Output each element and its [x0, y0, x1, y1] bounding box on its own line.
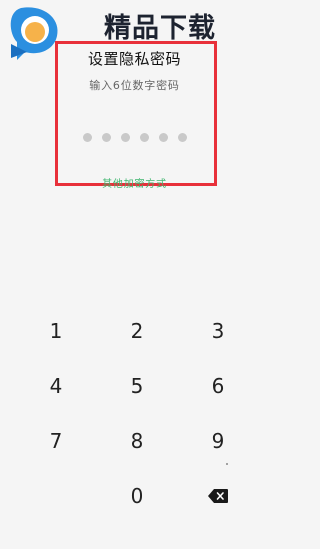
key-8[interactable]: 8 [97, 416, 177, 466]
key-6[interactable]: 6 [178, 361, 258, 411]
key-0[interactable]: 0 [97, 471, 177, 521]
key-2[interactable]: 2 [97, 306, 177, 356]
other-encryption-method-link[interactable]: 其他加密方式 [0, 175, 269, 190]
pin-dot-6 [177, 133, 187, 142]
pin-dot-1 [82, 133, 92, 142]
key-9[interactable]: 9 [178, 416, 258, 466]
pin-dot-5 [158, 133, 168, 142]
watermark-text: 精品下载 [104, 13, 216, 44]
pin-dot-4 [139, 133, 149, 142]
key-1[interactable]: 1 [16, 306, 96, 356]
pin-dots [0, 133, 269, 142]
page-title: 设置隐私密码 [87, 50, 181, 68]
backspace-icon [208, 489, 228, 503]
pin-dot-2 [101, 133, 111, 142]
key-3[interactable]: 3 [178, 306, 258, 356]
key-7[interactable]: 7 [16, 416, 96, 466]
decorative-dot [226, 463, 228, 465]
pin-dot-3 [120, 133, 130, 142]
backspace-button[interactable] [178, 471, 258, 521]
key-5[interactable]: 5 [97, 361, 177, 411]
key-4[interactable]: 4 [16, 361, 96, 411]
page-subtitle: 输入6位数字密码 [89, 79, 180, 92]
